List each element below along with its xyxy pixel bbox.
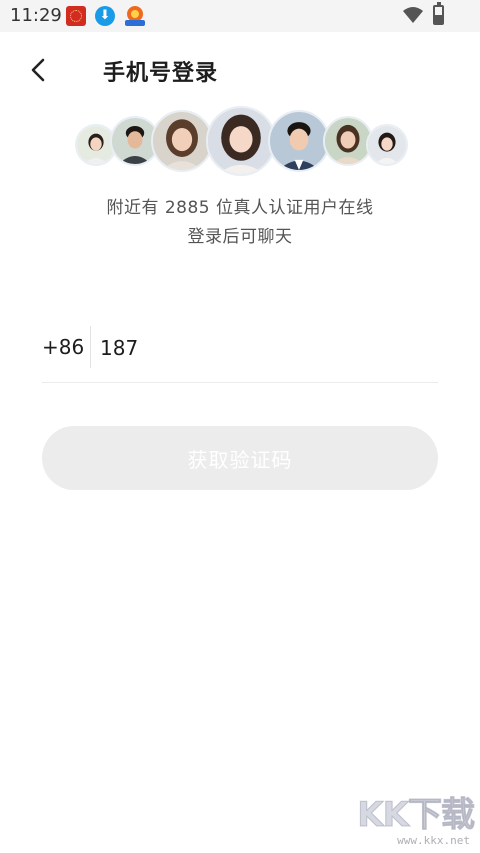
app-notification-icon: [66, 6, 86, 26]
chevron-left-icon: [31, 58, 45, 82]
status-time: 11:29: [10, 5, 62, 26]
phone-input-row: +86: [42, 322, 438, 383]
watermark-url: www.kkx.net: [397, 834, 470, 847]
page-title: 手机号登录: [103, 61, 219, 86]
watermark: KK下载 www.kkx.net: [348, 787, 478, 848]
login-hint-text: 登录后可聊天: [187, 227, 293, 247]
login-screen: 11:29 ⬇ 手机号登录 附近有 2885 位真人认证用户在线 登录后可聊天 …: [0, 0, 480, 853]
watermark-logo: KK下载: [357, 795, 476, 836]
battery-charging-icon: [433, 2, 444, 25]
wifi-icon: [403, 6, 423, 28]
phone-number-input[interactable]: [100, 330, 430, 366]
badge-app-icon: [123, 5, 147, 27]
back-button[interactable]: [22, 52, 58, 88]
avatar-row: [0, 106, 480, 182]
avatar: [268, 110, 330, 172]
avatar: [366, 124, 408, 166]
avatar: [151, 110, 213, 172]
country-code-selector[interactable]: +86: [42, 335, 84, 359]
divider: [90, 326, 91, 368]
get-verification-code-button[interactable]: 获取验证码: [42, 426, 438, 490]
nearby-users-text: 附近有 2885 位真人认证用户在线: [106, 198, 374, 218]
download-icon: ⬇: [95, 6, 115, 26]
avatar: [206, 106, 276, 176]
status-bar: 11:29 ⬇: [0, 0, 480, 32]
